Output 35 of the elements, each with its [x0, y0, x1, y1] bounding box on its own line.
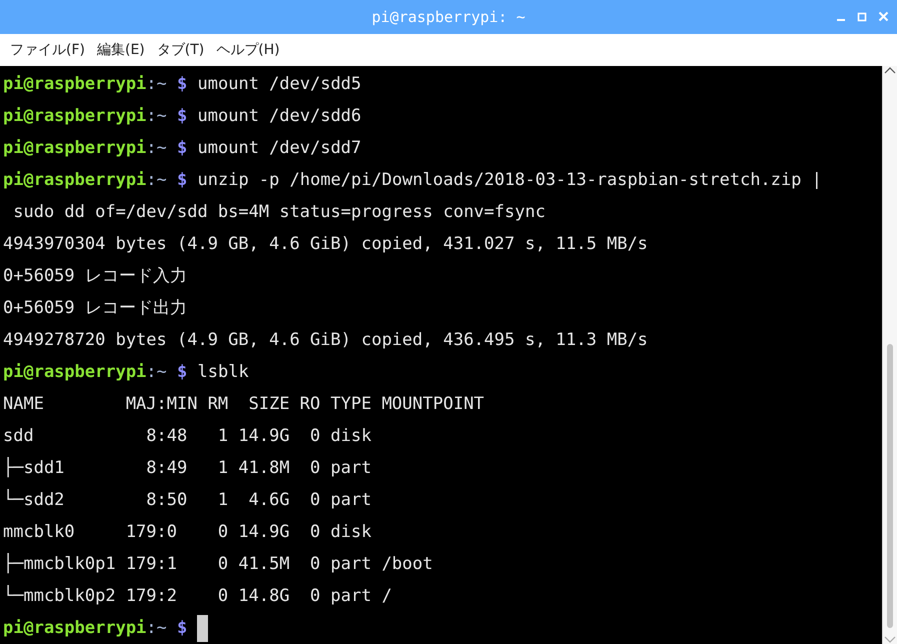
scrollbar-thumb[interactable] — [887, 344, 893, 628]
scrollbar[interactable] — [882, 66, 897, 644]
output-text: NAME MAJ:MIN RM SIZE RO TYPE MOUNTPOINT — [3, 393, 484, 416]
output-text: 0+56059 レコード出力 — [3, 297, 187, 320]
command-text: umount /dev/sdd6 — [198, 105, 362, 128]
command-text: umount /dev/sdd7 — [198, 137, 362, 160]
close-icon[interactable] — [878, 11, 889, 22]
shell-prompt: pi@raspberrypi:~ $ — [3, 137, 188, 160]
output-text: └─mmcblk0p2 179:2 0 14.8G 0 part / — [3, 584, 392, 608]
command-text: umount /dev/sdd5 — [198, 73, 362, 96]
output-text: 4949278720 bytes (4.9 GB, 4.6 GiB) copied, 436.495 s, 11.3 MB/s — [3, 329, 648, 352]
shell-prompt: pi@raspberrypi:~ $ — [3, 73, 188, 96]
output-text: sudo dd of=/dev/sdd bs=4M status=progress conv=fsync — [12, 201, 546, 224]
output-text: 0+56059 レコード入力 — [3, 265, 187, 288]
menu-item[interactable]: ファイル(F) — [4, 41, 91, 59]
scroll-up-icon[interactable] — [884, 66, 896, 76]
menu-item[interactable]: 編集(E) — [90, 41, 151, 59]
output-text: └─sdd2 8:50 1 4.6G 0 part — [3, 488, 372, 512]
shell-prompt: pi@raspberrypi:~ $ — [3, 105, 188, 128]
shell-prompt: pi@raspberrypi:~ $ — [3, 169, 188, 192]
output-text: 4943970304 bytes (4.9 GB, 4.6 GiB) copied, 431.027 s, 11.5 MB/s — [3, 233, 648, 256]
maximize-icon[interactable] — [857, 11, 868, 22]
window-title: pi@raspberrypi: ~ — [372, 8, 526, 26]
output-text: sdd 8:48 1 14.9G 0 disk — [3, 425, 372, 448]
shell-prompt: pi@raspberrypi:~ $ — [3, 617, 188, 640]
menu-item[interactable]: タブ(T) — [150, 41, 210, 59]
output-text: ├─mmcblk0p1 179:1 0 41.5M 0 part /boot — [3, 552, 433, 576]
output-text: ├─sdd1 8:49 1 41.8M 0 part — [3, 456, 372, 480]
output-text: mmcblk0 179:0 0 14.9G 0 disk — [3, 521, 372, 544]
text-cursor — [197, 614, 208, 642]
shell-prompt: pi@raspberrypi:~ $ — [3, 361, 188, 384]
scroll-down-icon[interactable] — [884, 634, 896, 644]
menu-item[interactable]: ヘルプ(H) — [210, 41, 286, 59]
command-text: unzip -p /home/pi/Downloads/2018-03-13-raspbian-stretch.zip | — [198, 169, 822, 192]
command-text: lsblk — [198, 361, 249, 384]
